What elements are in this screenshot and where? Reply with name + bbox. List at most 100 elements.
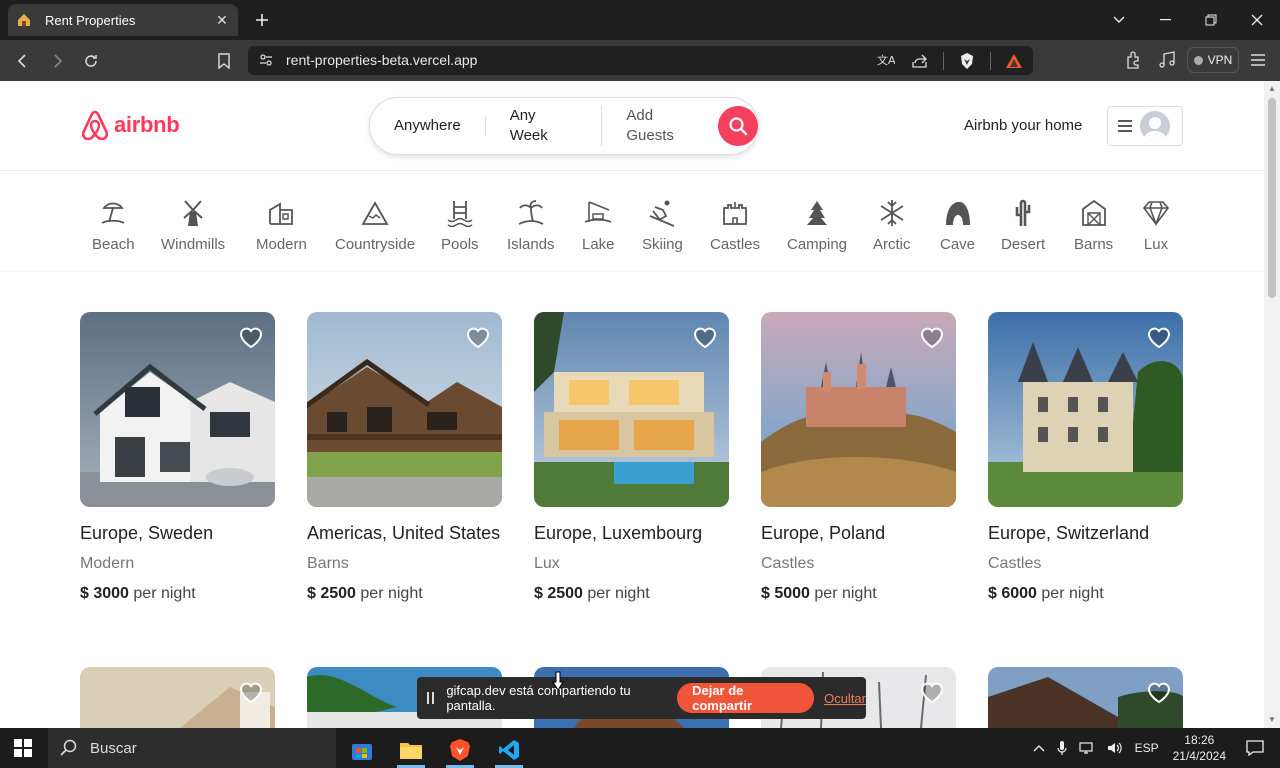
browser-tab[interactable]: Rent Properties ✕ bbox=[8, 4, 238, 36]
translate-icon[interactable]: 文A bbox=[875, 50, 897, 71]
listing-category: Castles bbox=[988, 555, 1042, 572]
stop-sharing-button[interactable]: Dejar de compartir bbox=[677, 683, 815, 713]
listing-image[interactable] bbox=[534, 312, 729, 507]
tab-close-icon[interactable]: ✕ bbox=[214, 12, 230, 28]
favorite-heart-icon[interactable] bbox=[919, 324, 945, 350]
search-bar[interactable]: Anywhere Any Week Add Guests bbox=[369, 97, 759, 155]
search-button[interactable] bbox=[718, 106, 758, 146]
cave-icon bbox=[945, 201, 970, 225]
minimize-icon[interactable] bbox=[1142, 0, 1188, 40]
search-where[interactable]: Anywhere bbox=[370, 116, 486, 136]
extensions-icon[interactable] bbox=[1120, 47, 1146, 73]
listing-image[interactable] bbox=[307, 312, 502, 507]
category-lake[interactable]: Lake bbox=[582, 198, 615, 253]
category-beach[interactable]: Beach bbox=[92, 198, 135, 253]
house-favicon-icon bbox=[18, 14, 30, 26]
category-pools[interactable]: Pools bbox=[441, 198, 479, 253]
category-label: Lux bbox=[1143, 236, 1169, 253]
price-unit: per night bbox=[1041, 585, 1104, 602]
site-settings-icon[interactable] bbox=[258, 52, 274, 68]
microphone-icon[interactable] bbox=[1056, 740, 1067, 756]
price-unit: per night bbox=[587, 585, 650, 602]
volume-icon[interactable] bbox=[1107, 741, 1123, 755]
clock[interactable]: 18:26 21/4/2024 bbox=[1173, 732, 1226, 764]
back-icon[interactable] bbox=[10, 48, 36, 74]
share-icon[interactable] bbox=[909, 50, 931, 71]
listing-card[interactable]: Europe, Luxembourg Lux $ 2500 per night bbox=[534, 312, 729, 603]
listing-image[interactable] bbox=[988, 667, 1183, 728]
favorite-heart-icon[interactable] bbox=[692, 324, 718, 350]
network-icon[interactable] bbox=[1078, 741, 1095, 755]
restore-icon[interactable] bbox=[1188, 0, 1234, 40]
search-guests[interactable]: Add Guests bbox=[602, 106, 718, 146]
screen-share-bar: gifcap.dev está compartiendo tu pantalla… bbox=[417, 677, 866, 719]
favorite-heart-icon[interactable] bbox=[919, 679, 945, 705]
category-cave[interactable]: Cave bbox=[940, 198, 975, 253]
file-explorer-icon[interactable] bbox=[391, 732, 431, 768]
category-camping[interactable]: Camping bbox=[787, 198, 847, 253]
vpn-button[interactable]: VPN bbox=[1187, 47, 1239, 73]
windows-taskbar: Buscar ESP 18:26 21/4/2024 bbox=[0, 728, 1280, 768]
close-window-icon[interactable] bbox=[1234, 0, 1280, 40]
brave-shields-icon[interactable] bbox=[956, 50, 978, 71]
price-amount: $ 3000 bbox=[80, 585, 129, 602]
url-text[interactable]: rent-properties-beta.vercel.app bbox=[286, 52, 477, 68]
browser-menu-icon[interactable] bbox=[1245, 47, 1271, 73]
favorite-heart-icon[interactable] bbox=[465, 324, 491, 350]
scroll-thumb[interactable] bbox=[1268, 98, 1276, 298]
listing-card[interactable]: Europe, Poland Castles $ 5000 per night bbox=[761, 312, 956, 603]
favorite-heart-icon[interactable] bbox=[238, 324, 264, 350]
favorite-heart-icon[interactable] bbox=[1146, 679, 1172, 705]
listing-image[interactable] bbox=[988, 312, 1183, 507]
category-countryside[interactable]: Countryside bbox=[335, 198, 415, 253]
address-bar[interactable]: rent-properties-beta.vercel.app 文A bbox=[248, 46, 1033, 75]
page-scrollbar[interactable]: ▲ ▼ bbox=[1264, 81, 1280, 728]
listing-location: Europe, Poland bbox=[761, 523, 886, 543]
category-lux[interactable]: Lux bbox=[1141, 198, 1171, 253]
category-arctic[interactable]: Arctic bbox=[873, 198, 911, 253]
airbnb-your-home-link[interactable]: Airbnb your home bbox=[964, 117, 1082, 134]
price-amount: $ 5000 bbox=[761, 585, 810, 602]
category-castles[interactable]: Castles bbox=[710, 198, 760, 253]
user-menu-button[interactable] bbox=[1107, 106, 1183, 146]
category-islands[interactable]: Islands bbox=[507, 198, 555, 253]
brave-rewards-icon[interactable] bbox=[1003, 50, 1025, 71]
chevron-up-icon[interactable] bbox=[1033, 744, 1045, 752]
language-indicator[interactable]: ESP bbox=[1135, 741, 1159, 755]
search-when[interactable]: Any Week bbox=[486, 106, 603, 146]
bookmark-icon[interactable] bbox=[211, 48, 237, 74]
listing-image[interactable] bbox=[80, 667, 275, 728]
listing-card[interactable]: Europe, Sweden Modern $ 3000 per night bbox=[80, 312, 275, 603]
search-icon bbox=[60, 739, 77, 756]
favorite-heart-icon[interactable] bbox=[1146, 324, 1172, 350]
scroll-up-icon[interactable]: ▲ bbox=[1268, 85, 1276, 93]
category-barns[interactable]: Barns bbox=[1074, 198, 1113, 253]
category-desert[interactable]: Desert bbox=[1001, 198, 1045, 253]
taskbar-search[interactable]: Buscar bbox=[48, 728, 336, 768]
listing-card[interactable]: Europe, Switzerland Castles $ 6000 per n… bbox=[988, 312, 1183, 603]
new-tab-icon[interactable] bbox=[250, 8, 274, 32]
favorite-heart-icon[interactable] bbox=[238, 679, 264, 705]
microsoft-store-icon[interactable] bbox=[342, 732, 382, 768]
hide-share-bar-link[interactable]: Ocultar bbox=[824, 691, 866, 706]
listing-image[interactable] bbox=[761, 312, 956, 507]
reload-icon[interactable] bbox=[78, 48, 104, 74]
scroll-down-icon[interactable]: ▼ bbox=[1268, 716, 1276, 724]
category-modern[interactable]: Modern bbox=[256, 198, 307, 253]
listing-image[interactable] bbox=[80, 312, 275, 507]
forward-icon[interactable] bbox=[44, 48, 70, 74]
clock-time: 18:26 bbox=[1184, 733, 1215, 747]
brave-browser-icon[interactable] bbox=[440, 732, 480, 768]
vscode-icon[interactable] bbox=[489, 732, 529, 768]
airbnb-logo-icon bbox=[81, 110, 109, 141]
airbnb-logo[interactable]: airbnb bbox=[80, 109, 180, 141]
category-windmills[interactable]: Windmills bbox=[161, 198, 225, 253]
listing-card[interactable]: Americas, United States Barns $ 2500 per… bbox=[307, 312, 502, 603]
windmill-icon bbox=[183, 200, 203, 226]
windows-start-icon[interactable] bbox=[14, 739, 32, 757]
media-icon[interactable] bbox=[1154, 47, 1180, 73]
tab-list-chevron-icon[interactable] bbox=[1096, 0, 1142, 40]
notifications-icon[interactable] bbox=[1246, 740, 1264, 756]
category-label: Windmills bbox=[161, 236, 226, 253]
category-skiing[interactable]: Skiing bbox=[642, 198, 683, 253]
